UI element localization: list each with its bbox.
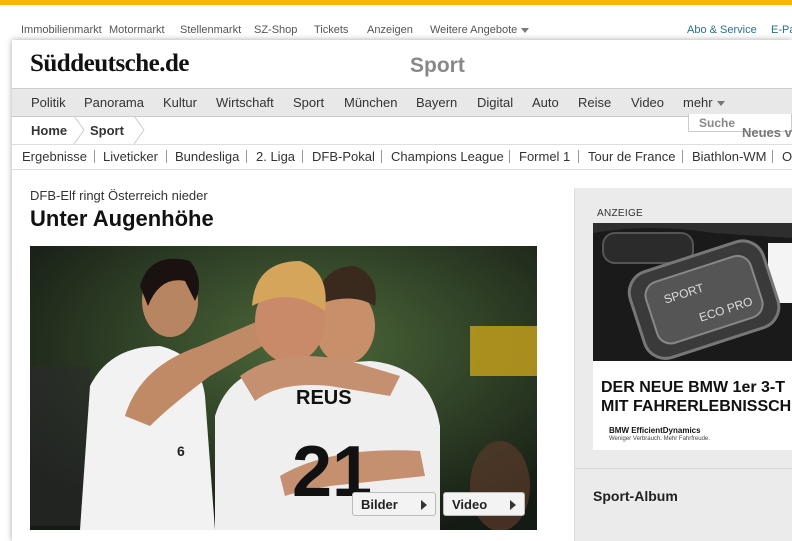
subnav-separator (246, 150, 247, 163)
subnav-item-champions-league[interactable]: Champions League (391, 149, 504, 164)
article-kicker: DFB-Elf ringt Österreich nieder (30, 188, 208, 203)
video-button-label: Video (452, 497, 488, 512)
neues-link[interactable]: Neues v (742, 125, 792, 140)
ad-label: ANZEIGE (597, 208, 643, 219)
gallery-button-label: Bilder (361, 497, 398, 512)
jersey-name-text: REUS (296, 387, 352, 409)
subnav-separator (509, 150, 510, 163)
subnav-item-more[interactable]: O (782, 149, 792, 164)
ad-brand: BMW EfficientDynamics (609, 426, 701, 435)
nav-item-mehr[interactable]: mehr (683, 95, 725, 110)
subnav-item-liveticker[interactable]: Liveticker (103, 149, 158, 164)
section-title: Sport (410, 54, 465, 77)
nav-item-wirtschaft[interactable]: Wirtschaft (216, 95, 274, 110)
sport-album-title[interactable]: Sport-Album (593, 488, 678, 504)
drive-mode-switch-image: SPORT ECO PRO (593, 223, 792, 361)
football-players-photo: 6 REUS 21 (30, 246, 537, 530)
play-arrow-icon (510, 500, 516, 510)
article-photo[interactable]: 6 REUS 21 Bilder Video (30, 246, 537, 530)
service-link-immobilienmarkt[interactable]: Immobilienmarkt (21, 24, 102, 36)
ad-headline-line-2: MIT FAHRERLEBNISSCH (601, 398, 792, 415)
subnav-item-bundesliga[interactable]: Bundesliga (175, 149, 239, 164)
nav-item-video[interactable]: Video (631, 95, 664, 110)
ad-tagline: Weniger Verbrauch. Mehr Fahrfreude. (609, 436, 710, 442)
ad-headline-line-1: DER NEUE BMW 1er 3-T (601, 379, 786, 396)
video-button[interactable]: Video (443, 492, 525, 516)
nav-item-bayern[interactable]: Bayern (416, 95, 457, 110)
epaper-link[interactable]: E-Pa (771, 24, 792, 36)
subnav-item-tour-de-france[interactable]: Tour de France (588, 149, 675, 164)
nav-item-reise[interactable]: Reise (578, 95, 611, 110)
chevron-down-icon (716, 101, 725, 107)
service-nav: Immobilienmarkt Motormarkt Stellenmarkt … (0, 18, 792, 40)
gallery-button[interactable]: Bilder (352, 492, 436, 516)
breadcrumb-separator-icon (73, 116, 85, 144)
subnav-item-2-liga[interactable]: 2. Liga (256, 149, 295, 164)
jersey-number-6: 6 (177, 443, 185, 459)
divider (575, 468, 792, 469)
service-link-anzeigen[interactable]: Anzeigen (367, 24, 413, 36)
breadcrumb-home[interactable]: Home (31, 123, 67, 138)
service-link-sz-shop[interactable]: SZ-Shop (254, 24, 297, 36)
nav-item-kultur[interactable]: Kultur (163, 95, 197, 110)
subnav-separator (302, 150, 303, 163)
service-link-weitere-angebote[interactable]: Weitere Angebote (430, 24, 530, 36)
subnav-item-biathlon-wm[interactable]: Biathlon-WM (692, 149, 766, 164)
nav-item-muenchen[interactable]: München (344, 95, 397, 110)
nav-item-sport[interactable]: Sport (293, 95, 324, 110)
play-arrow-icon (421, 500, 427, 510)
service-link-tickets[interactable]: Tickets (314, 24, 348, 36)
sport-subnav: Ergebnisse Liveticker Bundesliga 2. Liga… (12, 145, 792, 170)
nav-item-auto[interactable]: Auto (532, 95, 559, 110)
sidebar: ANZEIGE SPORT ECO PRO DER NEUE BMW 1er 3… (574, 188, 792, 541)
ad-image: SPORT ECO PRO (593, 223, 792, 361)
subnav-item-formel-1[interactable]: Formel 1 (519, 149, 570, 164)
abo-service-link[interactable]: Abo & Service (687, 24, 757, 36)
nav-item-politik[interactable]: Politik (31, 95, 66, 110)
service-link-stellenmarkt[interactable]: Stellenmarkt (180, 24, 241, 36)
article-headline[interactable]: Unter Augenhöhe (30, 206, 214, 232)
subnav-item-ergebnisse[interactable]: Ergebnisse (22, 149, 87, 164)
nav-item-panorama[interactable]: Panorama (84, 95, 144, 110)
service-link-motormarkt[interactable]: Motormarkt (109, 24, 165, 36)
ad-headline: DER NEUE BMW 1er 3-T MIT FAHRERLEBNISSCH (601, 378, 792, 416)
top-accent-bar (0, 0, 792, 5)
subnav-separator (94, 150, 95, 163)
breadcrumb-separator-icon (133, 116, 145, 144)
chevron-down-icon (521, 27, 530, 33)
subnav-separator (772, 150, 773, 163)
bmw-ad-banner[interactable]: SPORT ECO PRO DER NEUE BMW 1er 3-T MIT F… (593, 223, 792, 450)
nav-mehr-label: mehr (683, 95, 713, 110)
subnav-separator (166, 150, 167, 163)
subnav-item-dfb-pokal[interactable]: DFB-Pokal (312, 149, 375, 164)
content-panel: Süddeutsche.de Sport Politik Panorama Ku… (12, 40, 792, 541)
site-logo[interactable]: Süddeutsche.de (30, 50, 190, 78)
masthead: Süddeutsche.de Sport (12, 40, 792, 88)
breadcrumb: Home Sport Suche Neues v (12, 114, 792, 145)
breadcrumb-sport[interactable]: Sport (90, 123, 124, 138)
main-nav: Politik Panorama Kultur Wirtschaft Sport… (12, 88, 792, 117)
weitere-angebote-label: Weitere Angebote (430, 24, 518, 36)
subnav-separator (381, 150, 382, 163)
nav-item-digital[interactable]: Digital (477, 95, 513, 110)
subnav-separator (682, 150, 683, 163)
subnav-separator (578, 150, 579, 163)
